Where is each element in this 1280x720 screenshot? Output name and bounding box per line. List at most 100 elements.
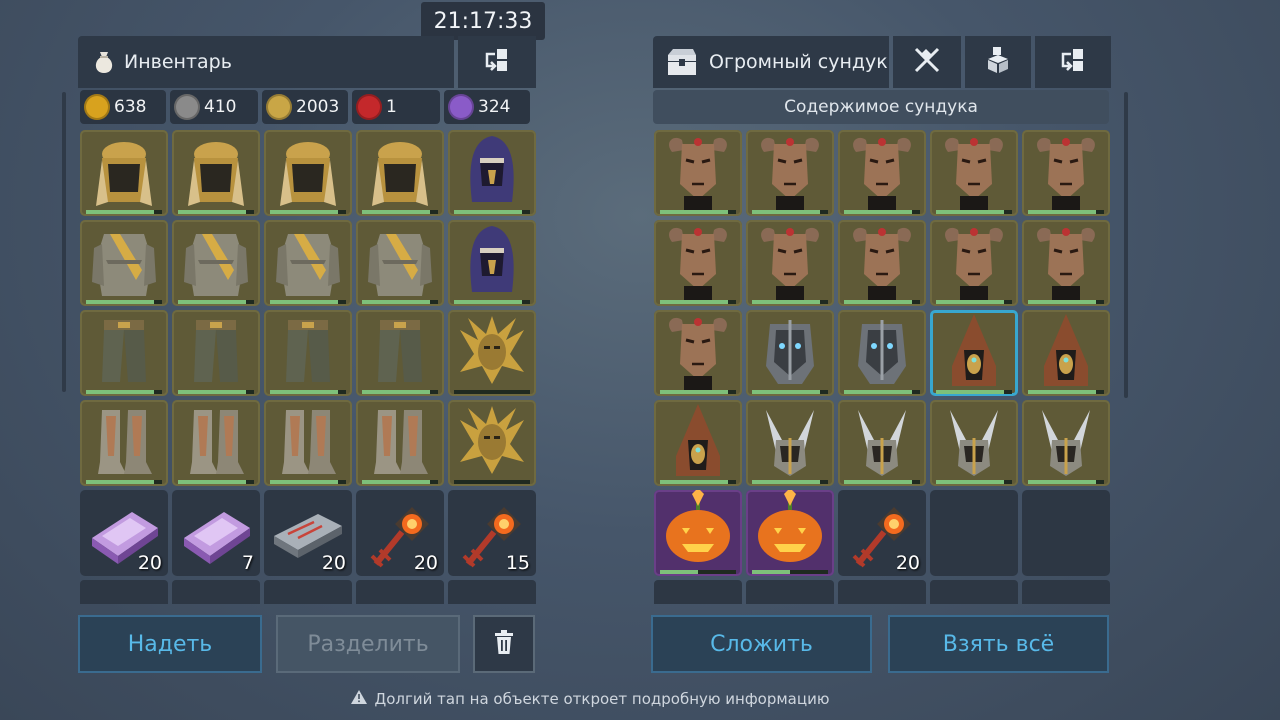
stack-button[interactable]: Сложить [651,615,872,673]
winged-helm-icon [950,410,998,476]
jack-o-lantern-icon [758,490,822,562]
chest-slot-winged-helm[interactable] [930,400,1018,486]
inventory-slot-desert-pants[interactable] [172,310,260,396]
equip-button[interactable]: Надеть [78,615,262,673]
next-row-slot[interactable] [654,580,742,604]
take-all-button[interactable]: Взять всё [888,615,1109,673]
inventory-slot-desert-pants[interactable] [264,310,352,396]
next-row-slot[interactable] [448,580,536,604]
durability-bar [454,390,530,394]
durability-bar [178,300,254,304]
chest-slot-demon-mask[interactable] [654,130,742,216]
next-row-slot[interactable] [746,580,834,604]
next-row-slot[interactable] [1022,580,1110,604]
next-row-slot[interactable] [80,580,168,604]
chest-slot-demon-mask[interactable] [746,130,834,216]
chest-slot-knight-helm[interactable] [746,310,834,396]
inventory-slot-desert-helmet[interactable] [356,130,444,216]
chest-title: Огромный сундук [709,51,888,73]
inventory-slot-purple-hood[interactable] [448,220,536,306]
storage-button[interactable] [965,36,1031,88]
chest-slot-winged-helm[interactable] [838,400,926,486]
split-button[interactable]: Разделить [276,615,460,673]
inventory-slot-desert-armor[interactable] [356,220,444,306]
chest-slot-demon-mask[interactable] [930,130,1018,216]
warning-icon [350,690,367,708]
chest-slot-brown-hood[interactable] [654,400,742,486]
chest-slot-winged-helm[interactable] [746,400,834,486]
trash-icon [493,629,515,659]
hint-text: Долгий тап на объекте откроет подробную … [374,690,830,708]
inventory-slot-desert-boots[interactable] [80,400,168,486]
chest-slot-brown-hood[interactable] [1022,310,1110,396]
chest-slot-jack-o-lantern[interactable] [746,490,834,576]
inventory-transfer-button[interactable] [458,36,536,88]
chest-scrollbar[interactable] [1124,92,1128,398]
next-row-slot[interactable] [264,580,352,604]
hint-row: Долгий тап на объекте откроет подробную … [0,690,1180,708]
inventory-slot-desert-pants[interactable] [80,310,168,396]
inventory-slot-golden-mask[interactable] [448,310,536,396]
chest-slot-demon-mask[interactable] [746,220,834,306]
chest-slot-flame-key[interactable]: 20 [838,490,926,576]
chest-slot-demon-mask[interactable] [654,310,742,396]
chest-slot-demon-mask[interactable] [1022,130,1110,216]
chest-slot-jack-o-lantern[interactable] [654,490,742,576]
inventory-slot-desert-helmet[interactable] [80,130,168,216]
iron-token-icon [174,94,200,120]
inventory-slot-flame-key[interactable]: 20 [356,490,444,576]
chest-slot-demon-mask[interactable] [838,220,926,306]
sort-filter-button[interactable] [893,36,961,88]
inventory-slot-desert-boots[interactable] [356,400,444,486]
inventory-slot-desert-armor[interactable] [172,220,260,306]
inventory-slot-purple-ingot[interactable]: 20 [80,490,168,576]
golden-mask-icon [460,406,524,474]
chest-slot-demon-mask[interactable] [838,130,926,216]
durability-bar [1028,390,1104,394]
winged-helm-icon [766,410,814,476]
inventory-slot-purple-hood[interactable] [448,130,536,216]
chest-slot-demon-mask[interactable] [654,220,742,306]
empty-slot[interactable] [1022,490,1110,576]
next-row-slot[interactable] [838,580,926,604]
inventory-slot-desert-boots[interactable] [172,400,260,486]
chest-slot-winged-helm[interactable] [1022,400,1110,486]
durability-bar [936,390,1012,394]
next-row-slot[interactable] [172,580,260,604]
inventory-slot-flame-key[interactable]: 15 [448,490,536,576]
next-row-slot[interactable] [930,580,1018,604]
inventory-slot-desert-helmet[interactable] [172,130,260,216]
durability-bar [270,390,346,394]
trash-button[interactable] [473,615,535,673]
inventory-slot-desert-armor[interactable] [80,220,168,306]
chest-transfer-button[interactable] [1035,36,1111,88]
next-row-slot[interactable] [356,580,444,604]
knight-helm-icon [766,320,814,384]
inventory-slot-desert-boots[interactable] [264,400,352,486]
inventory-header: Инвентарь [78,36,454,88]
inventory-slot-desert-helmet[interactable] [264,130,352,216]
inventory-slot-steel-bar[interactable]: 20 [264,490,352,576]
currency-value: 2003 [296,97,340,117]
desert-helmet-icon [188,142,244,206]
durability-bar [1028,300,1104,304]
demon-mask-icon [853,227,911,300]
chest-slot-knight-helm[interactable] [838,310,926,396]
inventory-slot-purple-ingot[interactable]: 7 [172,490,260,576]
inventory-slot-desert-pants[interactable] [356,310,444,396]
chest-slot-brown-hood[interactable] [930,310,1018,396]
inventory-slot-desert-armor[interactable] [264,220,352,306]
empty-slot[interactable] [930,490,1018,576]
item-quantity: 15 [505,552,530,574]
brown-hood-icon [1044,314,1088,386]
inventory-slot-golden-mask[interactable] [448,400,536,486]
desert-pants-icon [194,320,238,382]
purple-hood-icon [470,226,514,292]
chest-slot-demon-mask[interactable] [1022,220,1110,306]
inventory-scrollbar[interactable] [62,92,66,392]
box-stack-icon [985,45,1011,79]
transfer-icon [1059,46,1087,78]
durability-bar [270,480,346,484]
chest-slot-demon-mask[interactable] [930,220,1018,306]
durability-bar [844,210,920,214]
